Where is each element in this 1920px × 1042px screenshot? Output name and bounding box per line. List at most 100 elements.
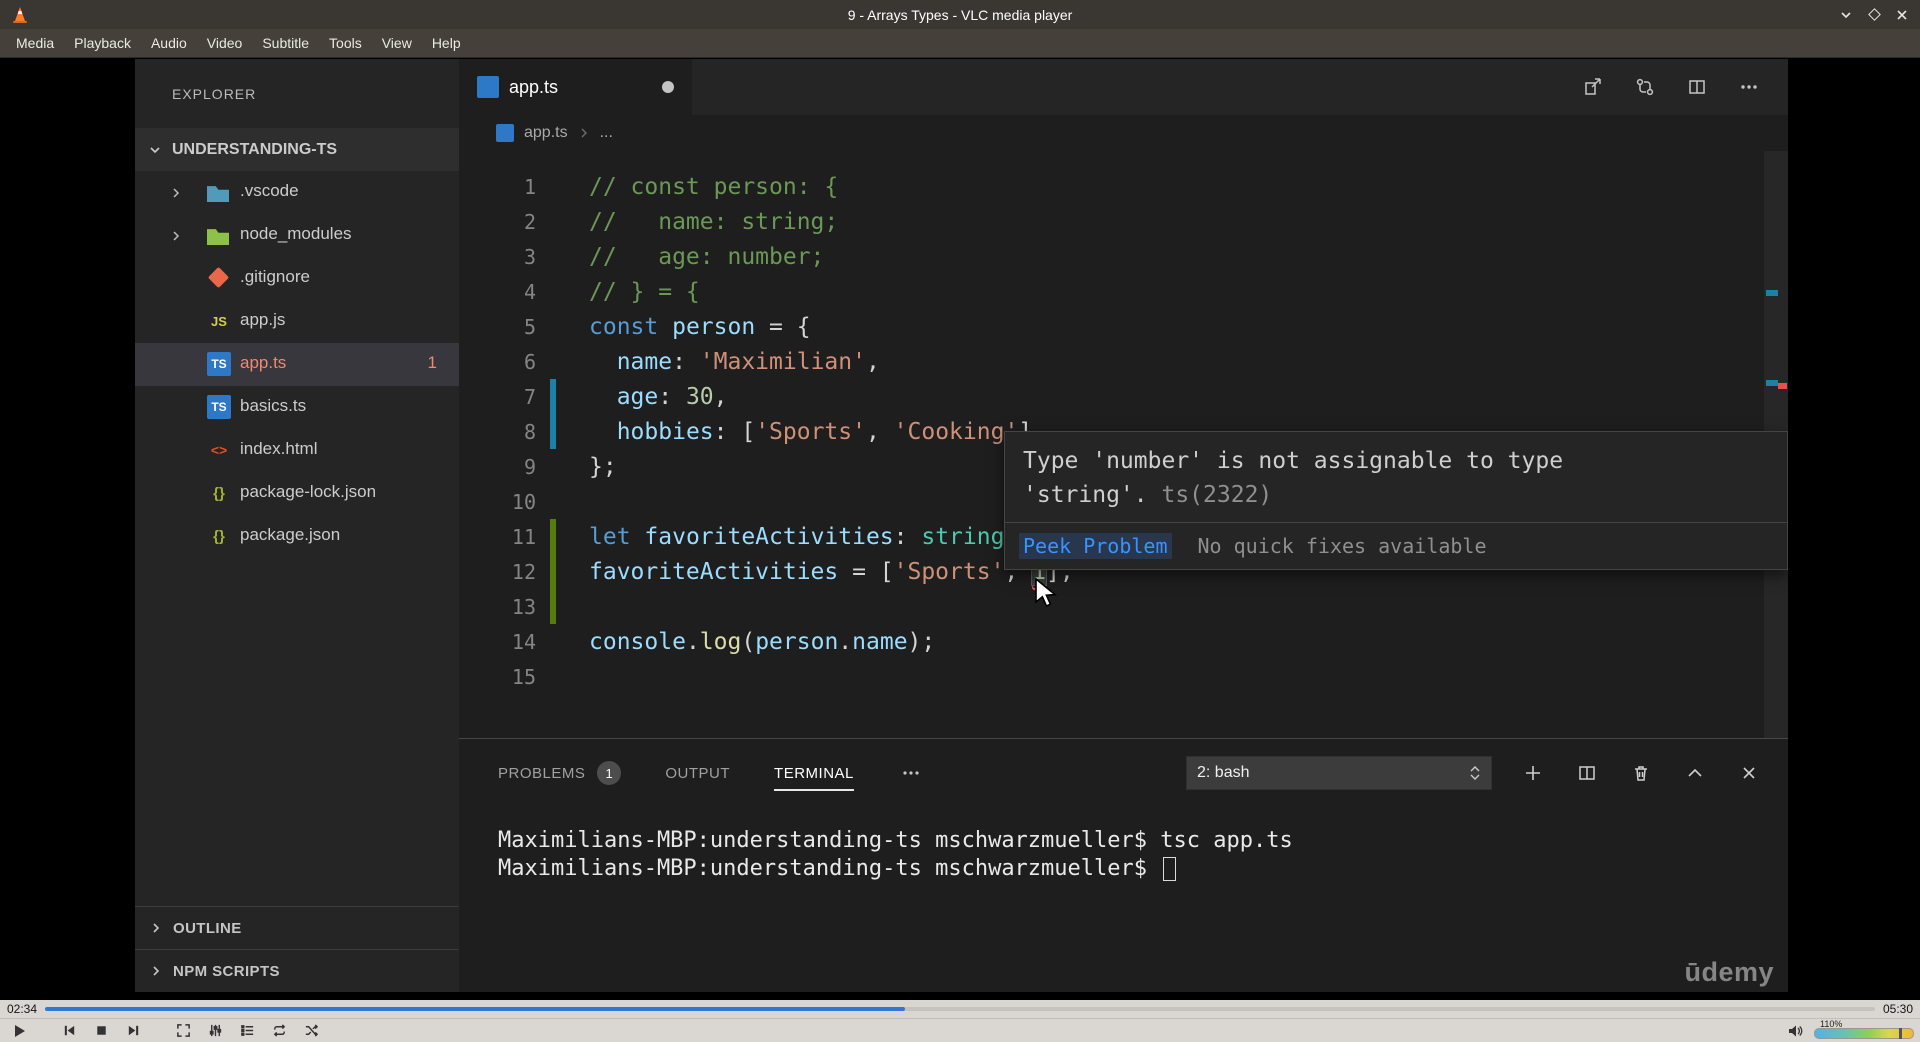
chevron-right-icon — [169, 185, 183, 205]
fullscreen-button[interactable] — [170, 1021, 196, 1041]
split-terminal-icon[interactable] — [1574, 763, 1600, 783]
project-root-folder[interactable]: UNDERSTANDING-TS — [135, 128, 459, 171]
npm-scripts-section[interactable]: NPM SCRIPTS — [135, 949, 459, 992]
random-button[interactable] — [298, 1021, 324, 1041]
file-label: .vscode — [240, 181, 299, 200]
line-number: 2 — [523, 209, 536, 234]
panel-controls: 2: bash — [1186, 756, 1762, 790]
breadcrumb[interactable]: app.ts ... — [459, 115, 1788, 151]
vlc-cone-icon — [10, 5, 30, 25]
minimize-button[interactable] — [1838, 7, 1854, 23]
close-panel-icon[interactable] — [1736, 763, 1762, 783]
code-line[interactable]: 3 // age: number; — [459, 239, 1788, 274]
file-app.js[interactable]: app.js — [135, 300, 459, 343]
new-terminal-icon[interactable] — [1520, 763, 1546, 783]
breadcrumb-rest[interactable]: ... — [600, 124, 613, 142]
panel-tab-output[interactable]: OUTPUT — [665, 765, 730, 782]
tab-app-ts[interactable]: app.ts — [459, 59, 692, 115]
menu-tools[interactable]: Tools — [319, 32, 372, 54]
code-line[interactable]: 7 age: 30, — [459, 379, 1788, 414]
panel-tab-label: PROBLEMS — [498, 764, 586, 782]
panel-tab-bar: PROBLEMS 1 OUTPUT TERMINAL 2: bash — [459, 739, 1788, 807]
code-line[interactable]: 14 console.log(person.name); — [459, 624, 1788, 659]
code-line[interactable]: 1 // const person: { — [459, 169, 1788, 204]
menu-view[interactable]: View — [372, 32, 422, 54]
seek-progress — [45, 1007, 906, 1011]
stop-button[interactable] — [88, 1021, 114, 1041]
playlist-button[interactable] — [234, 1021, 260, 1041]
volume-slider[interactable] — [1814, 1028, 1914, 1039]
line-number: 9 — [523, 454, 536, 479]
vscode-folder-icon — [207, 186, 229, 202]
menu-help[interactable]: Help — [422, 32, 471, 54]
peek-problem-link[interactable]: Peek Problem — [1019, 533, 1172, 559]
video-area[interactable]: EXPLORER UNDERSTANDING-TS .vscode node_mo… — [0, 58, 1920, 1000]
seek-bar[interactable] — [45, 1007, 1875, 1011]
open-changes-icon[interactable] — [1580, 77, 1606, 97]
split-editor-icon[interactable] — [1684, 77, 1710, 97]
vscode-window: EXPLORER UNDERSTANDING-TS .vscode node_mo… — [135, 59, 1788, 992]
file-app.ts[interactable]: app.ts 1 — [135, 343, 459, 386]
ts-icon — [207, 352, 231, 376]
gutter — [550, 659, 556, 694]
close-button[interactable] — [1894, 7, 1910, 23]
next-button[interactable] — [120, 1021, 146, 1041]
file-package.json[interactable]: package.json — [135, 515, 459, 558]
menu-bar: Media Playback Audio Video Subtitle Tools View… — [0, 29, 1920, 58]
volume-knob[interactable] — [1899, 1028, 1903, 1039]
udemy-watermark: ūdemy — [1684, 957, 1774, 987]
panel-tab-terminal[interactable]: TERMINAL — [774, 764, 854, 791]
file-basics.ts[interactable]: basics.ts — [135, 386, 459, 429]
speaker-icon[interactable] — [1782, 1021, 1808, 1041]
menu-video[interactable]: Video — [197, 32, 253, 54]
code-line[interactable]: 6 name: 'Maximilian', — [459, 344, 1788, 379]
code-line[interactable]: 5 const person = { — [459, 309, 1788, 344]
line-number: 5 — [523, 314, 536, 339]
terminal-output[interactable]: Maximilians-MBP:understanding-ts mschwar… — [459, 807, 1788, 883]
volume-control: 110% — [1814, 1019, 1914, 1042]
menu-playback[interactable]: Playback — [64, 32, 141, 54]
js-icon — [207, 309, 231, 333]
file-node_modules[interactable]: node_modules — [135, 214, 459, 257]
file-tree: .vscode node_modules .gitignore app.js app.t… — [135, 171, 459, 558]
panel-more-icon[interactable] — [898, 763, 924, 783]
editor-actions — [1580, 59, 1788, 115]
code-line[interactable]: 13 — [459, 589, 1788, 624]
play-button[interactable] — [6, 1021, 32, 1041]
menu-media[interactable]: Media — [6, 32, 64, 54]
menu-subtitle[interactable]: Subtitle — [252, 32, 319, 54]
panel-tab-label: TERMINAL — [774, 764, 854, 782]
loop-button[interactable] — [266, 1021, 292, 1041]
maximize-button[interactable] — [1866, 7, 1882, 23]
mouse-cursor — [1034, 577, 1060, 612]
kill-terminal-icon[interactable] — [1628, 763, 1654, 783]
terminal-shell-select[interactable]: 2: bash — [1186, 756, 1492, 790]
modified-indicator-icon[interactable] — [662, 81, 674, 93]
outline-label: OUTLINE — [173, 919, 242, 937]
panel-tab-label: OUTPUT — [665, 764, 731, 782]
title-bar[interactable]: 9 - Arrays Types - VLC media player — [0, 0, 1920, 29]
outline-section[interactable]: OUTLINE — [135, 906, 459, 949]
more-actions-icon[interactable] — [1736, 77, 1762, 97]
npm-scripts-label: NPM SCRIPTS — [173, 962, 280, 980]
file-label: basics.ts — [240, 396, 307, 415]
file-package-lock.json[interactable]: package-lock.json — [135, 472, 459, 515]
maximize-panel-icon[interactable] — [1682, 763, 1708, 783]
file-.vscode[interactable]: .vscode — [135, 171, 459, 214]
menu-audio[interactable]: Audio — [141, 32, 197, 54]
code-line[interactable]: 4 // } = { — [459, 274, 1788, 309]
code-text: favoriteActivities = ['Sports', 1]; — [589, 558, 1074, 585]
terminal-line: Maximilians-MBP:understanding-ts mschwar… — [498, 855, 1788, 883]
file-index.html[interactable]: index.html — [135, 429, 459, 472]
elapsed-time: 02:34 — [7, 1002, 38, 1016]
breadcrumb-file[interactable]: app.ts — [524, 124, 568, 142]
code-line[interactable]: 15 — [459, 659, 1788, 694]
file-label: index.html — [240, 439, 318, 458]
previous-button[interactable] — [56, 1021, 82, 1041]
hover-status-bar: Peek Problem No quick fixes available — [1005, 522, 1787, 569]
extended-settings-button[interactable] — [202, 1021, 228, 1041]
git-compare-icon[interactable] — [1632, 77, 1658, 97]
panel-tab-problems[interactable]: PROBLEMS 1 — [498, 761, 622, 785]
file-.gitignore[interactable]: .gitignore — [135, 257, 459, 300]
code-line[interactable]: 2 // name: string; — [459, 204, 1788, 239]
